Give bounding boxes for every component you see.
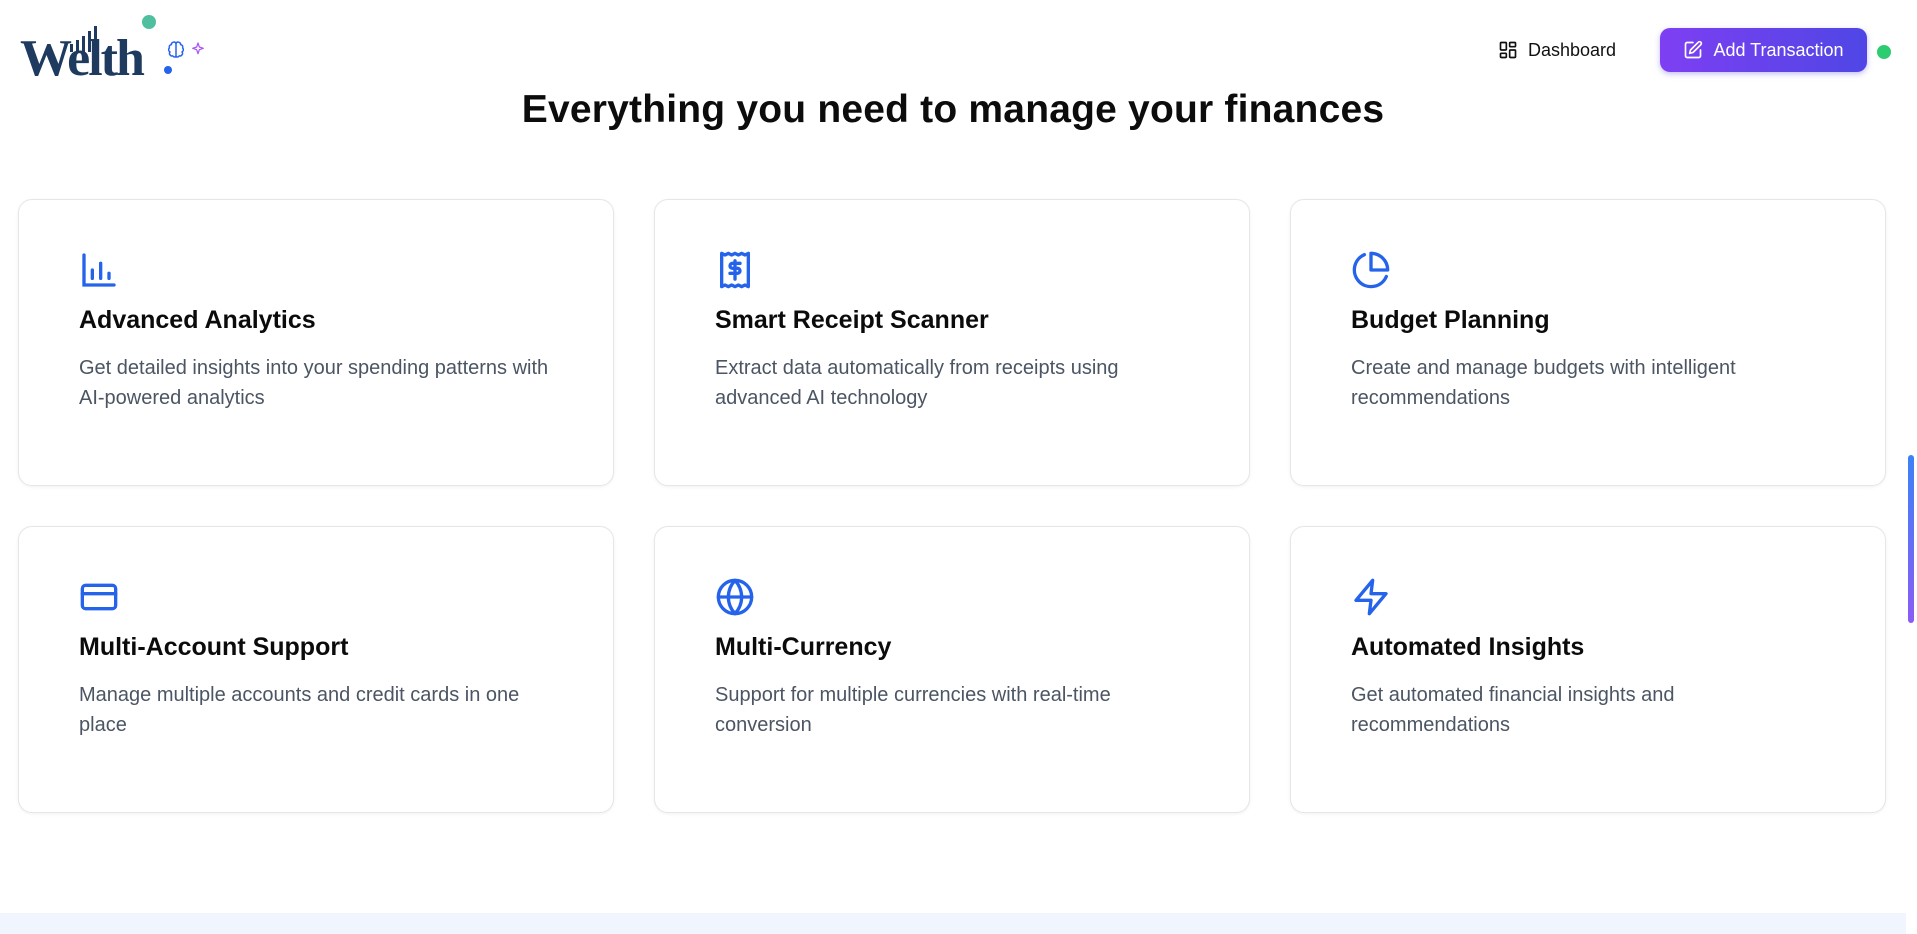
dashboard-icon bbox=[1499, 41, 1517, 59]
next-section-edge bbox=[0, 913, 1906, 934]
feature-description: Manage multiple accounts and credit card… bbox=[79, 684, 520, 736]
pen-square-icon bbox=[1685, 40, 1703, 59]
feature-title: Budget Planning bbox=[1351, 306, 1550, 334]
nav-dashboard-link[interactable]: Dashboard bbox=[1498, 34, 1616, 66]
pie-chart-icon bbox=[1352, 251, 1390, 289]
status-dot bbox=[1877, 45, 1891, 59]
features-grid: Advanced Analytics Get detailed insights… bbox=[18, 199, 1886, 813]
logo-dot bbox=[164, 66, 172, 74]
feature-card-advanced-analytics: Advanced Analytics Get detailed insights… bbox=[18, 199, 614, 486]
feature-card-multi-currency: Multi-Currency Support for multiple curr… bbox=[654, 526, 1250, 813]
add-transaction-label: Add Transaction bbox=[1713, 39, 1844, 60]
feature-description: Get detailed insights into your spending… bbox=[79, 357, 549, 409]
feature-description: Support for multiple currencies with rea… bbox=[715, 684, 1111, 736]
logo-text: Welth bbox=[20, 30, 145, 87]
feature-description: Get automated financial insights and rec… bbox=[1351, 684, 1675, 736]
feature-description: Create and manage budgets with intellige… bbox=[1351, 357, 1736, 409]
feature-title: Smart Receipt Scanner bbox=[715, 306, 989, 334]
section-heading: Everything you need to manage your finan… bbox=[521, 88, 1385, 131]
add-transaction-button[interactable]: Add Transaction bbox=[1660, 28, 1867, 72]
credit-card-icon bbox=[80, 583, 118, 611]
feature-title: Multi-Currency bbox=[715, 633, 892, 661]
teal-indicator-dot bbox=[142, 15, 156, 29]
feature-description: Extract data automatically from receipts… bbox=[715, 357, 1119, 409]
receipt-icon bbox=[720, 251, 750, 289]
bar-chart-icon bbox=[82, 253, 116, 287]
feature-title: Multi-Account Support bbox=[79, 633, 349, 661]
feature-title: Automated Insights bbox=[1351, 633, 1585, 661]
nav-dashboard-label: Dashboard bbox=[1528, 39, 1617, 60]
scrollbar-thumb[interactable] bbox=[1908, 455, 1914, 623]
sparkles-icon[interactable] bbox=[190, 41, 206, 57]
feature-card-budget-planning: Budget Planning Create and manage budget… bbox=[1290, 199, 1886, 486]
feature-card-automated-insights: Automated Insights Get automated financi… bbox=[1290, 526, 1886, 813]
brain-icon[interactable] bbox=[166, 40, 186, 60]
feature-title: Advanced Analytics bbox=[79, 306, 316, 334]
feature-card-smart-receipt-scanner: Smart Receipt Scanner Extract data autom… bbox=[654, 199, 1250, 486]
globe-icon bbox=[716, 578, 754, 616]
feature-card-multi-account-support: Multi-Account Support Manage multiple ac… bbox=[18, 526, 614, 813]
zap-icon bbox=[1354, 578, 1388, 616]
